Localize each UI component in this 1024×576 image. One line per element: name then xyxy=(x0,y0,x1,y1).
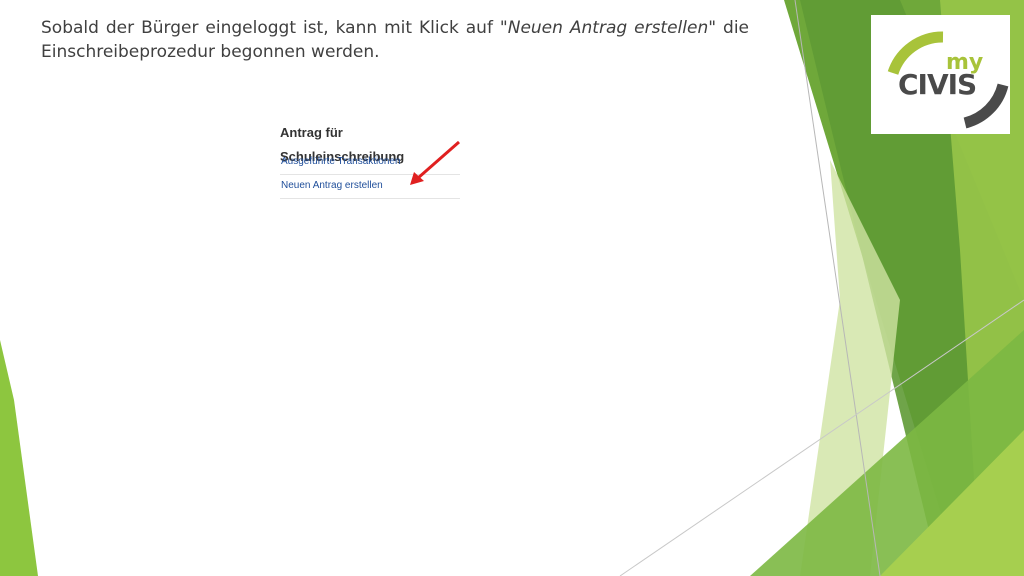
create-new-application-link[interactable]: Neuen Antrag erstellen xyxy=(280,176,460,199)
panel-title: Antrag für Schuleinschreibung xyxy=(280,125,405,164)
mycivis-logo: my CIVIS xyxy=(871,15,1010,134)
application-panel: Antrag für Schuleinschreibung Ausgeführt… xyxy=(280,121,460,199)
slide-instruction: Sobald der Bürger eingeloggt ist, kann m… xyxy=(41,18,750,62)
left-green-sliver xyxy=(0,340,38,576)
executed-transactions-link[interactable]: Ausgeführte Transaktionen xyxy=(280,152,460,175)
instruction-emphasis: Neuen Antrag erstellen xyxy=(507,18,709,38)
logo-civis-text: CIVIS xyxy=(898,68,977,101)
